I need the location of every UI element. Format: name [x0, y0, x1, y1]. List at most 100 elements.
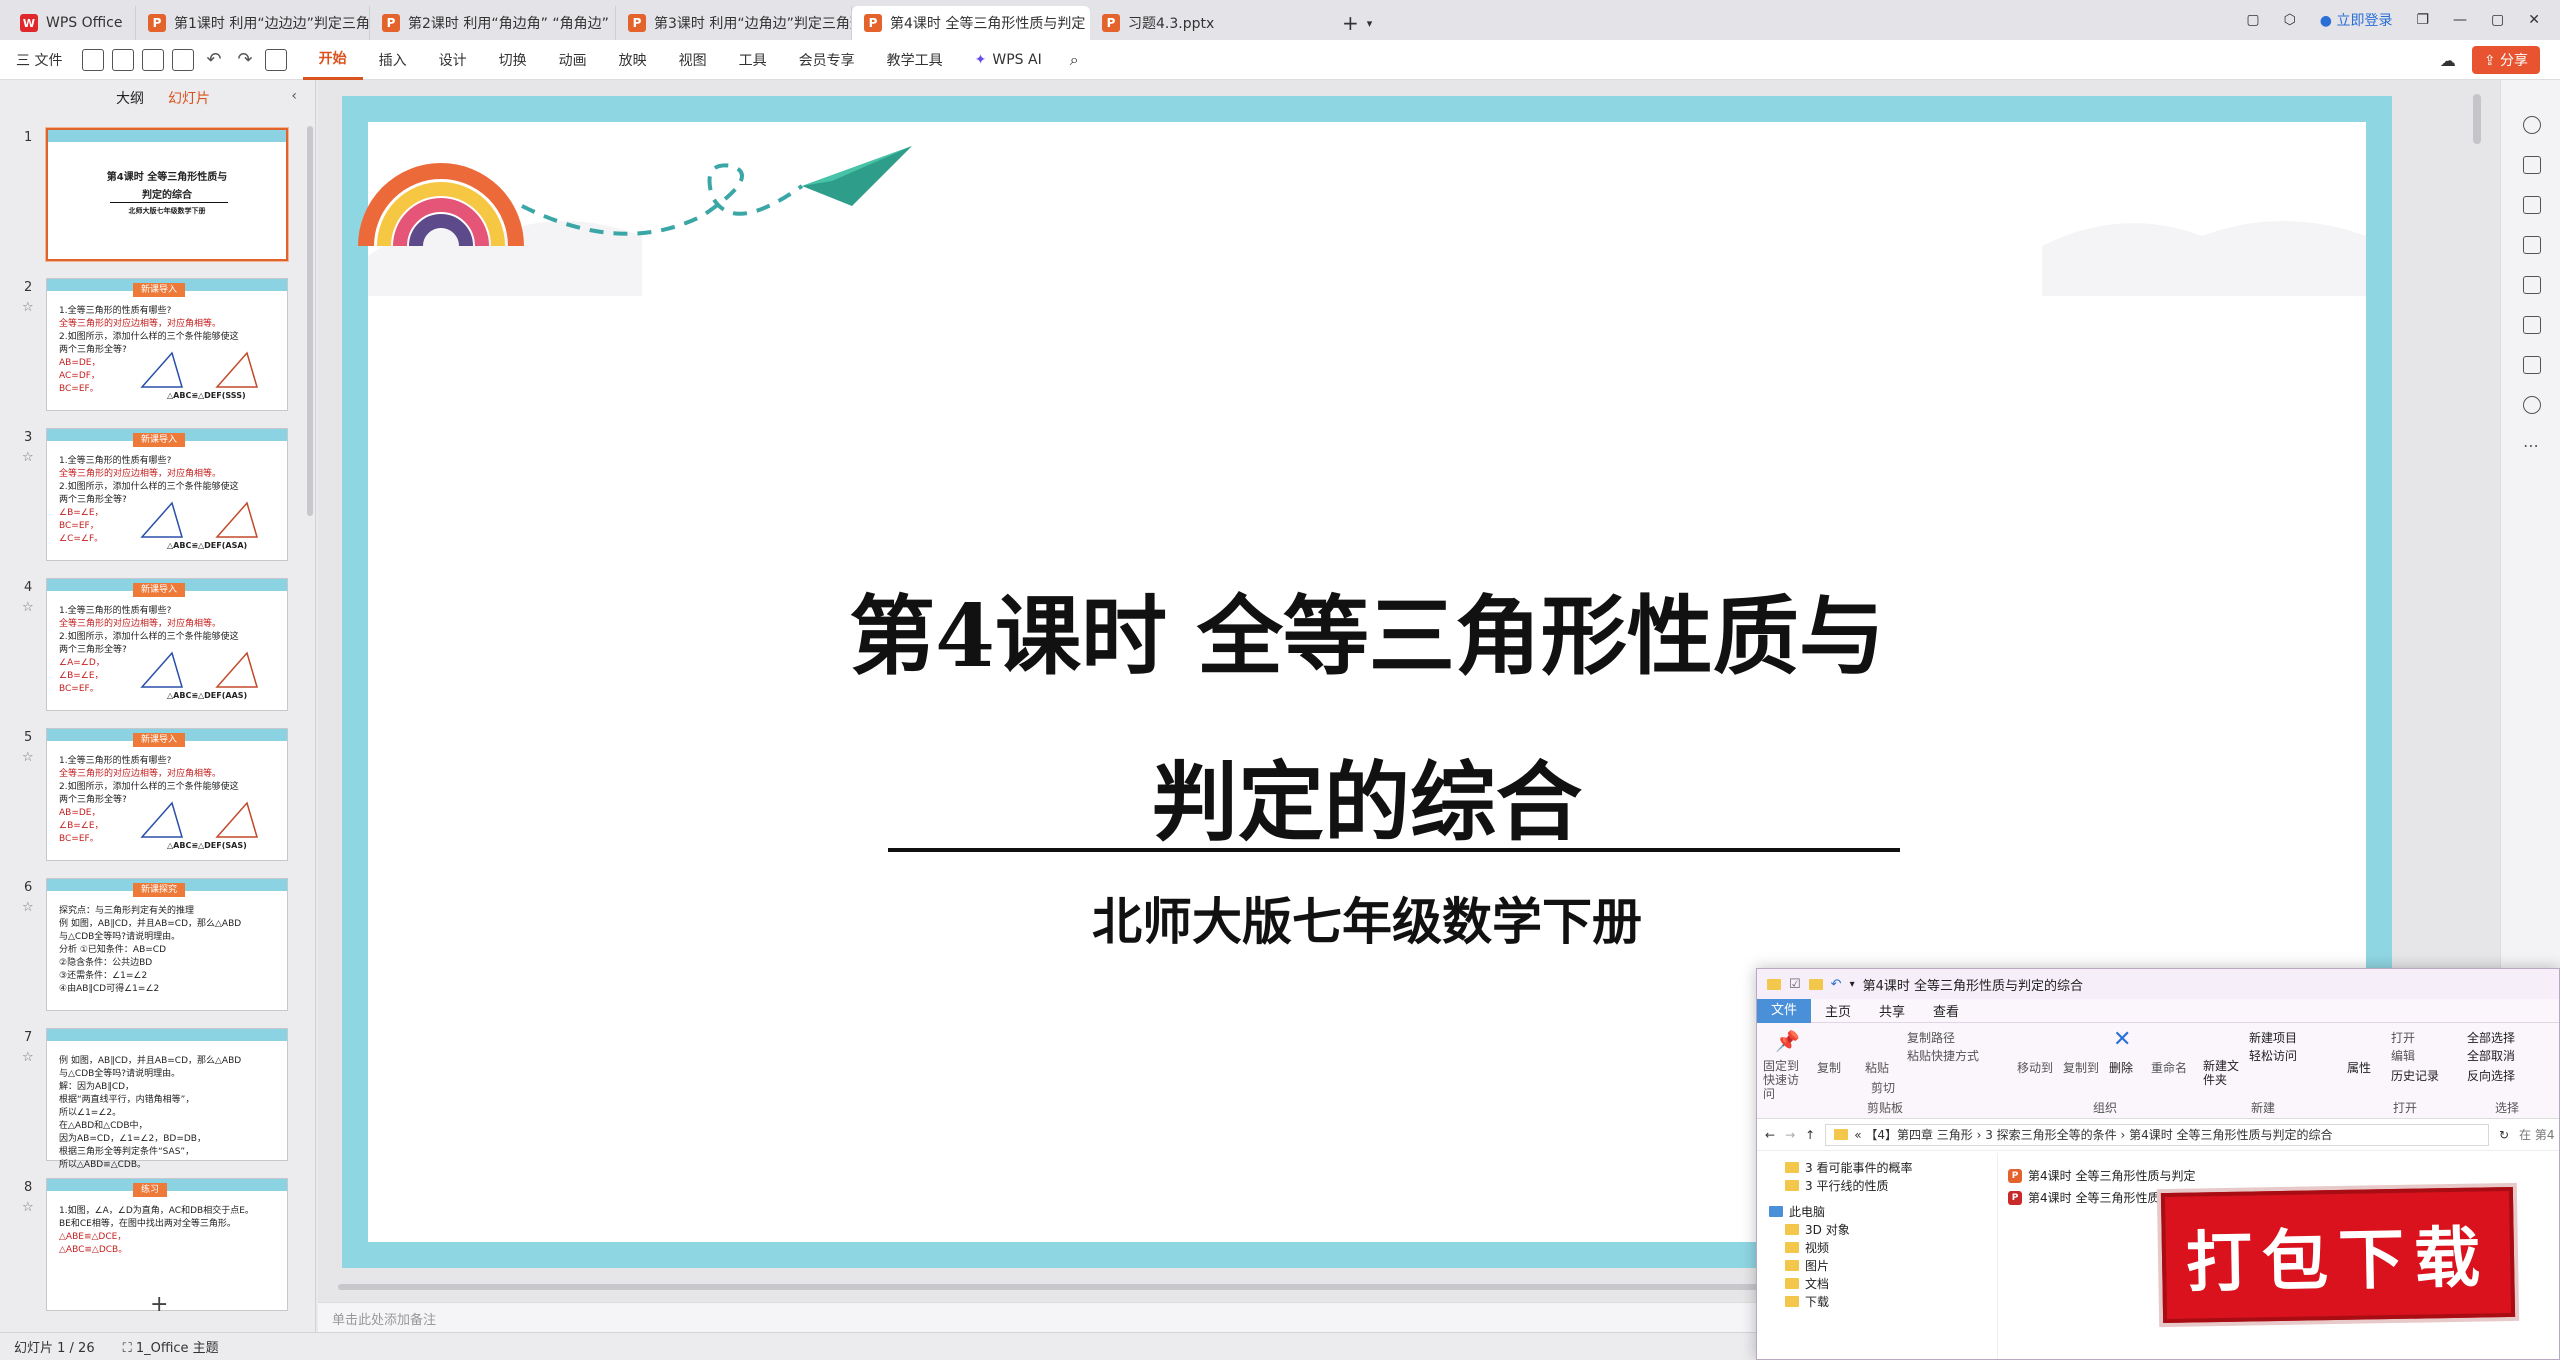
cube-icon[interactable]: ⬡ [2284, 12, 2296, 28]
slide-thumbnail[interactable]: 新课导入 1.全等三角形的性质有哪些? 全等三角形的对应边相等，对应角相等。 2.如图… [46, 278, 288, 411]
add-slide-button[interactable]: + [150, 1292, 168, 1317]
new-tab-button[interactable]: + ▾ [1330, 6, 1384, 40]
slide-subtitle[interactable]: 北师大版七年级数学下册 [342, 882, 2392, 954]
login-button[interactable]: ● 立即登录 [2320, 10, 2393, 30]
slide-thumbnail[interactable]: 新课探究 探究点：与三角形判定有关的推理例 如图，AB∥CD，并且AB=CD，那么… [46, 878, 288, 1011]
magic-icon[interactable] [2523, 276, 2541, 294]
format-icon[interactable] [264, 48, 287, 71]
easy-access-button[interactable]: 轻松访问 [2249, 1047, 2297, 1064]
copy-to-button[interactable]: 复制到 [2063, 1059, 2099, 1076]
nav-item[interactable]: 文档 [1785, 1275, 1829, 1292]
slide-title-line1[interactable]: 第4课时 全等三角形性质与 [342, 566, 2392, 691]
menu-design[interactable]: 设计 [423, 40, 483, 80]
save-icon[interactable] [82, 48, 105, 71]
search-box[interactable]: 在 第4 [2519, 1126, 2559, 1143]
slide-thumbnail[interactable]: 新课导入 1.全等三角形的性质有哪些? 全等三角形的对应边相等，对应角相等。 2.如图… [46, 428, 288, 561]
cut-button[interactable]: 剪切 [1871, 1079, 1895, 1096]
feedback-icon[interactable] [2523, 356, 2541, 374]
invert-selection-button[interactable]: 反向选择 [2467, 1067, 2515, 1084]
menu-insert[interactable]: 插入 [363, 40, 423, 80]
forward-icon[interactable]: → [1785, 1128, 1795, 1142]
new-item-button[interactable]: 新建项目 [2249, 1029, 2297, 1046]
slide-title-line2[interactable]: 判定的综合 [342, 732, 2392, 857]
up-icon[interactable]: ↑ [1805, 1128, 1815, 1142]
edit-button[interactable]: 编辑 [2391, 1047, 2415, 1064]
print-icon[interactable] [142, 48, 165, 71]
select-all-button[interactable]: 全部选择 [2467, 1029, 2515, 1046]
paste-shortcut-button[interactable]: 粘贴快捷方式 [1907, 1047, 1979, 1064]
star-icon[interactable]: ☆ [22, 900, 34, 915]
help-icon[interactable] [2523, 396, 2541, 414]
nav-item[interactable]: 3D 对象 [1785, 1221, 1850, 1238]
download-badge[interactable]: 打包下载 [2160, 1186, 2516, 1324]
menu-member[interactable]: 会员专享 [783, 40, 871, 80]
tab-lesson-2[interactable]: P 第2课时 利用“角边角” “角角边” [370, 6, 616, 40]
menu-view[interactable]: 视图 [663, 40, 723, 80]
menu-transition[interactable]: 切换 [483, 40, 543, 80]
nav-item[interactable]: 3 看可能事件的概率 [1785, 1159, 1912, 1176]
chevron-down-icon[interactable]: ▾ [1850, 979, 1855, 990]
nav-item[interactable]: 此电脑 [1769, 1203, 1825, 1220]
preview-icon[interactable] [172, 48, 195, 71]
theme-indicator[interactable]: ⛶ 1_Office 主题 [123, 1337, 219, 1356]
more-icon[interactable]: ⋯ [2523, 436, 2539, 455]
copy-icon[interactable] [2523, 196, 2541, 214]
file-item[interactable]: P 第4课时 全等三角形性质与判定 [2008, 1167, 2195, 1184]
menu-tools[interactable]: 工具 [723, 40, 783, 80]
properties-button[interactable]: 属性 [2347, 1059, 2371, 1076]
chevron-down-icon[interactable]: ▾ [1367, 17, 1373, 30]
tab-slides[interactable]: 幻灯片 [168, 88, 210, 108]
collapse-panel-icon[interactable]: ‹ [291, 88, 297, 104]
properties-icon[interactable]: ☑ [1789, 977, 1801, 992]
explorer-tab-home[interactable]: 主页 [1811, 1001, 1865, 1020]
tab-lesson-3[interactable]: P 第3课时 利用“边角边”判定三角形 [616, 6, 852, 40]
slide-thumbnail[interactable]: 新课导入 1.全等三角形的性质有哪些? 全等三角形的对应边相等，对应角相等。 2.如图… [46, 728, 288, 861]
copy-path-button[interactable]: 复制路径 [1907, 1029, 1955, 1046]
explorer-tab-file[interactable]: 文件 [1757, 998, 1812, 1023]
file-menu[interactable]: 三 文件 [0, 40, 78, 80]
star-icon[interactable]: ☆ [22, 1200, 34, 1215]
restore-icon[interactable]: ❐ [2416, 12, 2429, 28]
move-to-button[interactable]: 移动到 [2017, 1059, 2053, 1076]
star-icon[interactable]: ☆ [22, 450, 34, 465]
star-icon[interactable]: ☆ [22, 600, 34, 615]
tab-exercise[interactable]: P 习题4.3.pptx [1090, 6, 1330, 40]
open-button[interactable]: 打开 [2391, 1029, 2415, 1046]
menu-animation[interactable]: 动画 [543, 40, 603, 80]
nav-item[interactable]: 图片 [1785, 1257, 1829, 1274]
wps-ai-button[interactable]: ✦ WPS AI [959, 40, 1058, 80]
pin-button[interactable]: 固定到快速访问 [1763, 1059, 1803, 1101]
star-icon[interactable]: ☆ [22, 1050, 34, 1065]
refresh-icon[interactable]: ↻ [2499, 1128, 2509, 1142]
minimize-icon[interactable]: — [2453, 12, 2467, 28]
book-icon[interactable] [2523, 316, 2541, 334]
slide-thumbnail[interactable]: 新课导入 1.全等三角形的性质有哪些? 全等三角形的对应边相等，对应角相等。 2.如图… [46, 578, 288, 711]
explorer-tab-view[interactable]: 查看 [1919, 1001, 1973, 1020]
tab-lesson-4[interactable]: P第4课时 全等三角形性质与判定✕ [852, 6, 1090, 40]
explorer-tab-share[interactable]: 共享 [1865, 1001, 1919, 1020]
address-bar[interactable]: « 【4】第四章 三角形 › 3 探索三角形全等的条件 › 第4课时 全等三角形… [1825, 1123, 2489, 1146]
star-icon[interactable]: ☆ [22, 300, 34, 315]
window-icon[interactable]: ▢ [2246, 12, 2259, 28]
nav-item[interactable]: 3 平行线的性质 [1785, 1177, 1888, 1194]
maximize-icon[interactable]: ▢ [2491, 12, 2504, 28]
tab-wps-home[interactable]: W WPS Office [8, 6, 136, 40]
close-window-icon[interactable]: ✕ [2528, 12, 2540, 28]
delete-button[interactable]: 删除 [2109, 1059, 2133, 1076]
tab-lesson-1[interactable]: P 第1课时 利用“边边边”判定三角形 [136, 6, 370, 40]
star-icon[interactable]: ☆ [22, 750, 34, 765]
nav-item[interactable]: 视频 [1785, 1239, 1829, 1256]
back-icon[interactable]: ← [1765, 1128, 1775, 1142]
panel-scrollbar[interactable] [307, 126, 313, 516]
redo-icon[interactable]: ↷ [238, 49, 253, 70]
settings-icon[interactable] [2523, 116, 2541, 134]
slide-thumbnail[interactable]: 例 如图，AB∥CD，并且AB=CD，那么△ABD 与△CDB全等吗?请说明理由。… [46, 1028, 288, 1170]
menu-start[interactable]: 开始 [302, 40, 363, 80]
tab-outline[interactable]: 大纲 [116, 88, 144, 108]
cloud-icon[interactable]: ☁ [2440, 51, 2456, 70]
new-folder-button[interactable]: 新建文件夹 [2203, 1059, 2243, 1087]
export-icon[interactable] [112, 48, 135, 71]
edit-icon[interactable] [2523, 236, 2541, 254]
nav-item[interactable]: 下载 [1785, 1293, 1829, 1310]
search-icon[interactable]: ⌕ [1070, 50, 1079, 70]
